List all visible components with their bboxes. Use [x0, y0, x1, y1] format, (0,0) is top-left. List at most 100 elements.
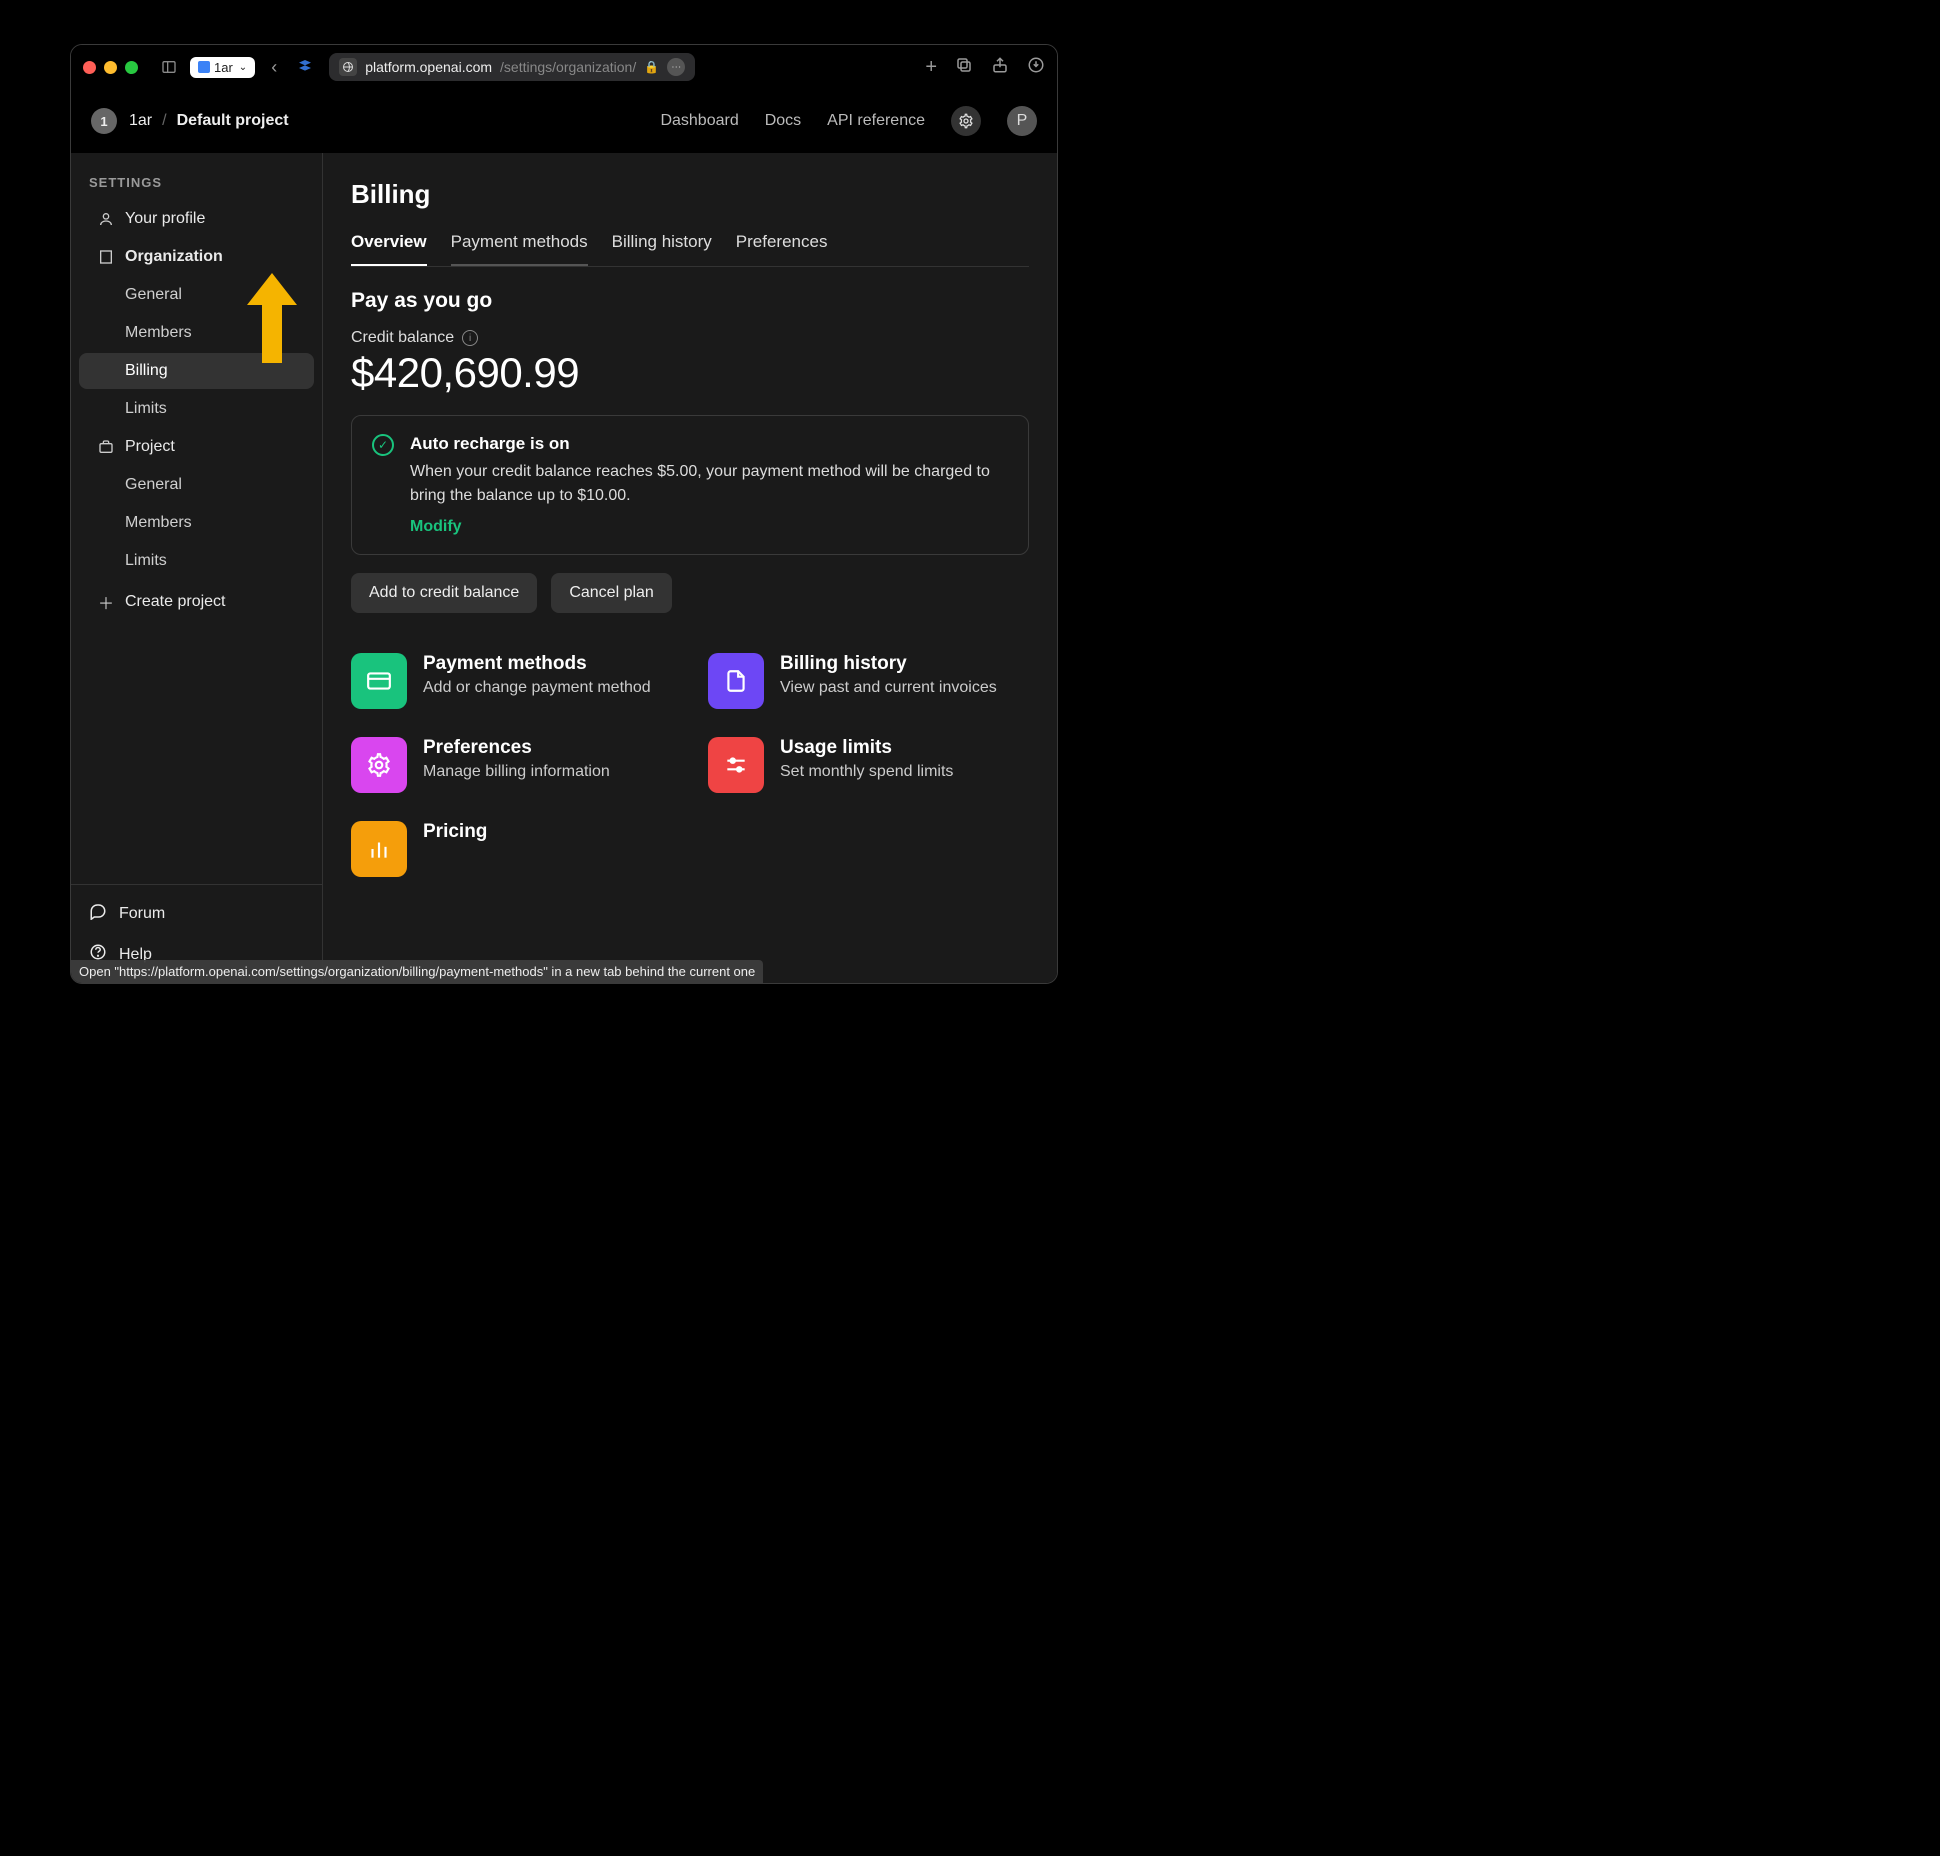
chevron-down-icon: ⌄: [239, 62, 247, 73]
sidebar-item-label: Project: [125, 438, 175, 456]
sidebar-item-org-members[interactable]: Members: [79, 315, 314, 351]
browser-tab-label: 1ar: [214, 60, 233, 75]
user-icon: [97, 211, 115, 227]
lock-icon: 🔒: [644, 60, 659, 74]
gear-icon: [958, 113, 974, 129]
sidebar-item-organization[interactable]: Organization: [79, 239, 314, 275]
building-icon: [97, 249, 115, 265]
nav-back-button[interactable]: ‹: [265, 57, 283, 78]
sidebar-item-label: General: [125, 476, 182, 494]
card-desc: View past and current invoices: [780, 679, 997, 697]
sidebar-item-label: Limits: [125, 400, 167, 418]
plus-icon: ＋: [97, 590, 115, 614]
balance-value: $420,690.99: [351, 349, 1029, 397]
card-pricing[interactable]: Pricing: [351, 821, 672, 877]
sidebar-forum[interactable]: Forum: [71, 893, 322, 934]
card-billing-history[interactable]: Billing history View past and current in…: [708, 653, 1029, 709]
more-icon[interactable]: ⋯: [667, 58, 685, 76]
card-title: Preferences: [423, 737, 610, 759]
card-desc: Manage billing information: [423, 763, 610, 781]
callout-desc: When your credit balance reaches $5.00, …: [410, 460, 1008, 508]
card-title: Pricing: [423, 821, 487, 843]
browser-window: 1ar ⌄ ‹ platform.openai.com/settings/org…: [70, 44, 1058, 984]
sidebar-item-label: General: [125, 286, 182, 304]
card-desc: Set monthly spend limits: [780, 763, 953, 781]
traffic-lights: [83, 61, 138, 74]
cancel-plan-button[interactable]: Cancel plan: [551, 573, 672, 613]
sidebar-item-org-general[interactable]: General: [79, 277, 314, 313]
sidebar-heading: SETTINGS: [71, 167, 322, 200]
card-usage-limits[interactable]: Usage limits Set monthly spend limits: [708, 737, 1029, 793]
download-icon[interactable]: [1027, 56, 1045, 79]
balance-label: Credit balance: [351, 329, 454, 347]
info-icon[interactable]: i: [462, 330, 478, 346]
sliders-icon: [708, 737, 764, 793]
close-icon[interactable]: [83, 61, 96, 74]
briefcase-icon: [97, 439, 115, 455]
titlebar: 1ar ⌄ ‹ platform.openai.com/settings/org…: [71, 45, 1057, 89]
nav-dashboard[interactable]: Dashboard: [660, 112, 738, 130]
tab-preferences[interactable]: Preferences: [736, 224, 828, 266]
chat-icon: [89, 902, 107, 925]
minimize-icon[interactable]: [104, 61, 117, 74]
sidebar-item-proj-members[interactable]: Members: [79, 505, 314, 541]
billing-actions: Add to credit balance Cancel plan: [351, 573, 1029, 613]
tab-payment-methods[interactable]: Payment methods: [451, 224, 588, 266]
url-path: /settings/organization/: [500, 59, 636, 75]
billing-tabs: Overview Payment methods Billing history…: [351, 224, 1029, 267]
balance-label-row: Credit balance i: [351, 329, 1029, 347]
sidebar-create-project[interactable]: ＋ Create project: [79, 581, 314, 623]
sidebar-item-label: Limits: [125, 552, 167, 570]
titlebar-actions: +: [925, 56, 1045, 79]
sidebar-item-org-billing[interactable]: Billing: [79, 353, 314, 389]
url-bar[interactable]: platform.openai.com/settings/organizatio…: [329, 53, 695, 81]
favicon-icon: [339, 58, 357, 76]
header-links: Dashboard Docs API reference P: [660, 106, 1037, 136]
settings-sidebar: SETTINGS Your profile Organization Gener…: [71, 153, 323, 983]
page-title: Billing: [351, 179, 1029, 210]
gear-icon: [351, 737, 407, 793]
sidebar-item-your-profile[interactable]: Your profile: [79, 201, 314, 237]
check-circle-icon: ✓: [372, 434, 394, 456]
app-header: 1 1ar / Default project Dashboard Docs A…: [71, 89, 1057, 153]
browser-tab[interactable]: 1ar ⌄: [190, 57, 255, 78]
auto-recharge-callout: ✓ Auto recharge is on When your credit b…: [351, 415, 1029, 555]
sidebar-item-project[interactable]: Project: [79, 429, 314, 465]
card-preferences[interactable]: Preferences Manage billing information: [351, 737, 672, 793]
org-name[interactable]: 1ar: [129, 112, 152, 130]
share-icon[interactable]: [991, 56, 1009, 79]
stack-icon[interactable]: [297, 58, 313, 77]
tab-billing-history[interactable]: Billing history: [612, 224, 712, 266]
maximize-icon[interactable]: [125, 61, 138, 74]
sidebar-item-label: Members: [125, 514, 192, 532]
add-credit-button[interactable]: Add to credit balance: [351, 573, 537, 613]
sidebar-item-label: Billing: [125, 362, 168, 380]
sidebar-item-proj-general[interactable]: General: [79, 467, 314, 503]
breadcrumb-separator: /: [162, 112, 166, 130]
billing-cards: Payment methods Add or change payment me…: [351, 653, 1029, 877]
card-payment-methods[interactable]: Payment methods Add or change payment me…: [351, 653, 672, 709]
card-desc: Add or change payment method: [423, 679, 651, 697]
url-host: platform.openai.com: [365, 59, 492, 75]
sidebar-toggle-icon[interactable]: [158, 58, 180, 76]
org-avatar[interactable]: 1: [91, 108, 117, 134]
sidebar-item-org-limits[interactable]: Limits: [79, 391, 314, 427]
modify-link[interactable]: Modify: [410, 518, 462, 536]
nav-api-reference[interactable]: API reference: [827, 112, 925, 130]
project-name[interactable]: Default project: [177, 112, 289, 130]
tab-overview[interactable]: Overview: [351, 224, 427, 266]
copy-icon[interactable]: [955, 56, 973, 79]
link-preview-tooltip: Open "https://platform.openai.com/settin…: [71, 960, 763, 983]
sidebar-item-label: Organization: [125, 248, 223, 266]
new-tab-icon[interactable]: +: [925, 56, 937, 79]
app-body: SETTINGS Your profile Organization Gener…: [71, 153, 1057, 983]
sidebar-item-label: Forum: [119, 905, 165, 923]
nav-docs[interactable]: Docs: [765, 112, 801, 130]
callout-title: Auto recharge is on: [410, 434, 1008, 454]
user-avatar[interactable]: P: [1007, 106, 1037, 136]
sidebar-item-proj-limits[interactable]: Limits: [79, 543, 314, 579]
sidebar-item-label: Members: [125, 324, 192, 342]
file-icon: [708, 653, 764, 709]
settings-button[interactable]: [951, 106, 981, 136]
card-title: Usage limits: [780, 737, 953, 759]
